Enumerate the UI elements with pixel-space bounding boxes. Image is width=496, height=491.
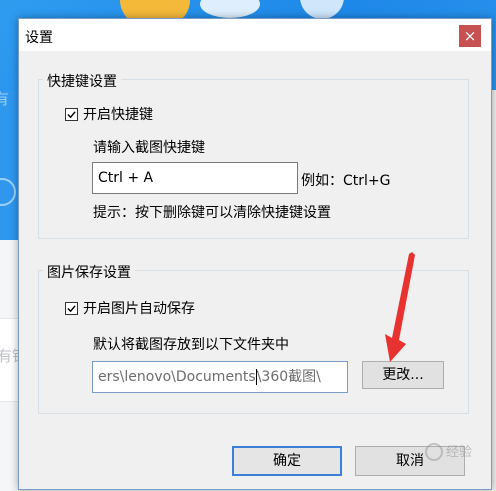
save-path-text-a: ers\lenovo\Documents (98, 369, 256, 385)
shortcut-input[interactable]: Ctrl + A (92, 162, 298, 194)
change-folder-button[interactable]: 更改... (362, 361, 444, 389)
enable-shortcut-label: 开启快捷键 (83, 107, 153, 123)
background-decoration (300, 0, 344, 19)
cancel-label: 取消 (396, 453, 424, 469)
dialog-title: 设置 (25, 30, 53, 46)
shortcut-prompt: 请输入截图快捷键 (93, 140, 205, 156)
ok-button[interactable]: 确定 (232, 446, 342, 476)
checkbox-box[interactable] (65, 301, 78, 315)
save-folder-prompt: 默认将截图存放到以下文件夹中 (93, 337, 289, 353)
enable-autosave-checkbox[interactable]: 开启图片自动保存 (65, 298, 195, 318)
background-decoration (200, 0, 260, 18)
save-group-title: 图片保存设置 (43, 262, 135, 282)
shortcut-group-title: 快捷键设置 (43, 71, 121, 91)
enable-shortcut-checkbox[interactable]: 开启快捷键 (65, 104, 153, 124)
shortcut-example: 例如：Ctrl+G (301, 173, 391, 189)
annotation-arrow-icon (385, 252, 415, 362)
ok-label: 确定 (273, 453, 301, 469)
checkbox-box[interactable] (65, 107, 78, 121)
background-partial-text: 有 (0, 90, 10, 108)
watermark-logo-icon (424, 443, 443, 461)
checkmark-icon (67, 110, 76, 118)
close-icon: × (463, 27, 477, 45)
title-bar: 设置 × (19, 19, 491, 51)
watermark: 经验 (424, 441, 472, 461)
save-path-field[interactable]: ers\lenovo\Documents\360截图\ (92, 361, 348, 393)
enable-autosave-label: 开启图片自动保存 (83, 301, 195, 317)
close-button[interactable]: × (459, 25, 481, 47)
change-folder-label: 更改... (382, 367, 424, 383)
save-path-text-b: \360截图\ (256, 369, 321, 385)
shortcut-input-value: Ctrl + A (98, 170, 154, 186)
background-left-band (0, 90, 18, 240)
shortcut-hint: 提示：按下删除键可以清除快捷键设置 (93, 205, 331, 221)
checkmark-icon (67, 304, 76, 312)
watermark-text: 经验 (445, 444, 472, 460)
